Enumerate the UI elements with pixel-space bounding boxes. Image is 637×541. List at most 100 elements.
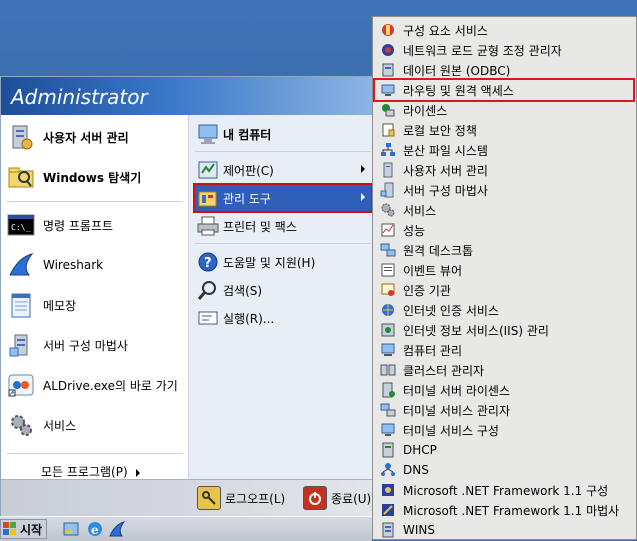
submenu-item-label: 컴퓨터 관리 <box>403 343 463 358</box>
ts-license-icon <box>379 382 397 398</box>
submenu-item[interactable]: 터미널 서버 라이센스 <box>375 380 633 400</box>
nlb-icon <box>379 42 397 58</box>
divider <box>7 201 183 202</box>
services-icon <box>379 202 397 218</box>
recent-item-cmd[interactable]: C:\_ 명령 프롬프트 <box>1 209 113 241</box>
submenu-item[interactable]: 컴퓨터 관리 <box>375 340 633 360</box>
svg-text:?: ? <box>204 256 212 271</box>
submenu-item[interactable]: 인터넷 정보 서비스(IIS) 관리 <box>375 320 633 340</box>
submenu-item[interactable]: 라이센스 <box>375 100 633 120</box>
arrow-right-icon <box>361 193 365 201</box>
explorer-icon <box>5 161 37 193</box>
submenu-item[interactable]: 구성 요소 서비스 <box>375 20 633 40</box>
recent-item-label: 메모장 <box>43 298 77 313</box>
pinned-item-server-manager[interactable]: 사용자 서버 관리 <box>1 121 129 153</box>
shutdown-button[interactable]: 종료(U) <box>303 484 371 512</box>
control-panel-icon <box>195 159 221 181</box>
submenu-item-label: 터미널 서비스 관리자 <box>403 403 510 418</box>
server-manager-icon <box>5 121 37 153</box>
recent-item-wireshark[interactable]: Wireshark <box>1 249 103 281</box>
start-label: 시작 <box>20 522 43 537</box>
internet-explorer-icon[interactable]: e <box>86 520 104 538</box>
right-item-admin-tools[interactable]: 관리 도구 <box>193 183 373 213</box>
iis-icon <box>379 322 397 338</box>
logoff-button[interactable]: 로그오프(L) <box>197 484 285 512</box>
arrow-right-icon <box>361 165 365 173</box>
submenu-item[interactable]: Microsoft .NET Framework 1.1 마법사 <box>375 500 633 520</box>
submenu-item[interactable]: 서비스 <box>375 200 633 220</box>
submenu-item[interactable]: 이벤트 뷰어 <box>375 260 633 280</box>
submenu-item-label: 로컬 보안 정책 <box>403 123 477 138</box>
right-item-help[interactable]: ? 도움말 및 지원(H) <box>195 249 371 275</box>
submenu-item[interactable]: 클러스터 관리자 <box>375 360 633 380</box>
start-menu-footer: 로그오프(L) 종료(U) <box>1 479 377 516</box>
right-item-label: 검색(S) <box>223 283 263 298</box>
start-button[interactable]: 시작 <box>0 519 48 539</box>
submenu-item[interactable]: 인증 기관 <box>375 280 633 300</box>
right-item-label: 도움말 및 지원(H) <box>223 255 316 270</box>
recent-item-aldrive[interactable]: ALDrive.exe의 바로 가기 <box>1 369 178 401</box>
component-services-icon <box>379 22 397 38</box>
shutdown-label: 종료(U) <box>331 491 372 506</box>
windows-logo-icon <box>3 522 17 536</box>
submenu-item-label: 라이센스 <box>403 103 448 118</box>
recent-item-notepad[interactable]: 메모장 <box>1 289 76 321</box>
submenu-item[interactable]: DNS <box>375 460 633 480</box>
wins-icon <box>379 522 397 538</box>
submenu-item-label: 클러스터 관리자 <box>403 363 485 378</box>
submenu-item-label: 분산 파일 시스템 <box>403 143 488 158</box>
dotnet-icon <box>379 482 397 498</box>
run-icon <box>195 307 221 329</box>
submenu-item[interactable]: 서버 구성 마법사 <box>375 180 633 200</box>
ts-manager-icon <box>379 402 397 418</box>
svg-text:e: e <box>91 523 99 537</box>
admin-tools-submenu: 구성 요소 서비스 네트워크 로드 균형 조정 관리자 데이터 원본 (ODBC… <box>372 16 637 540</box>
right-item-run[interactable]: 실행(R)... <box>195 305 371 331</box>
printer-icon <box>195 215 221 237</box>
help-icon: ? <box>195 251 221 273</box>
submenu-item[interactable]: 로컬 보안 정책 <box>375 120 633 140</box>
pinned-item-label: Windows 탐색기 <box>43 170 142 185</box>
submenu-item[interactable]: WINS <box>375 520 633 540</box>
submenu-item[interactable]: 원격 데스크톱 <box>375 240 633 260</box>
recent-item-services[interactable]: 서비스 <box>1 409 76 441</box>
start-menu-left-column: 사용자 서버 관리 Windows 탐색기 C:\_ 명령 프롬프트 Wires… <box>1 115 189 479</box>
cmd-icon: C:\_ <box>5 209 37 241</box>
performance-icon <box>379 222 397 238</box>
wireshark-quicklaunch-icon[interactable] <box>108 520 126 538</box>
submenu-item[interactable]: 터미널 서비스 구성 <box>375 420 633 440</box>
right-item-label: 내 컴퓨터 <box>223 127 272 142</box>
submenu-item[interactable]: 사용자 서버 관리 <box>375 160 633 180</box>
key-icon <box>197 486 221 510</box>
submenu-item[interactable]: 데이터 원본 (ODBC) <box>375 60 633 80</box>
pinned-item-explorer[interactable]: Windows 탐색기 <box>1 161 141 193</box>
submenu-item[interactable]: Microsoft .NET Framework 1.1 구성 <box>375 480 633 500</box>
submenu-item[interactable]: 성능 <box>375 220 633 240</box>
submenu-item-label: DNS <box>403 463 429 477</box>
submenu-item[interactable]: 네트워크 로드 균형 조정 관리자 <box>375 40 633 60</box>
submenu-item-label: 인터넷 정보 서비스(IIS) 관리 <box>403 323 549 338</box>
notepad-icon <box>5 289 37 321</box>
all-programs-button[interactable]: 모든 프로그램(P) <box>41 463 140 480</box>
submenu-item-label: 원격 데스크톱 <box>403 243 474 258</box>
right-item-label: 관리 도구 <box>223 191 271 206</box>
start-menu: Administrator 사용자 서버 관리 Windows 탐색기 C:\_… <box>0 76 378 516</box>
right-item-printers[interactable]: 프린터 및 팩스 <box>195 213 371 239</box>
divider <box>195 243 371 244</box>
submenu-item[interactable]: DHCP <box>375 440 633 460</box>
dotnet-wizard-icon <box>379 502 397 518</box>
submenu-item-label: Microsoft .NET Framework 1.1 구성 <box>403 483 609 498</box>
odbc-icon <box>379 62 397 78</box>
submenu-item[interactable]: 터미널 서비스 관리자 <box>375 400 633 420</box>
submenu-item-routing[interactable]: 라우팅 및 원격 액세스 <box>373 78 635 102</box>
right-item-my-computer[interactable]: 내 컴퓨터 <box>195 121 371 147</box>
show-desktop-icon[interactable] <box>62 520 80 538</box>
submenu-item[interactable]: 분산 파일 시스템 <box>375 140 633 160</box>
logoff-label: 로그오프(L) <box>225 491 286 506</box>
right-item-search[interactable]: 검색(S) <box>195 277 371 303</box>
submenu-item[interactable]: 인터넷 인증 서비스 <box>375 300 633 320</box>
admin-tools-icon <box>195 187 221 209</box>
right-item-control-panel[interactable]: 제어판(C) <box>195 157 371 183</box>
recent-item-config-wizard[interactable]: 서버 구성 마법사 <box>1 329 128 361</box>
aldrive-icon <box>5 369 37 401</box>
